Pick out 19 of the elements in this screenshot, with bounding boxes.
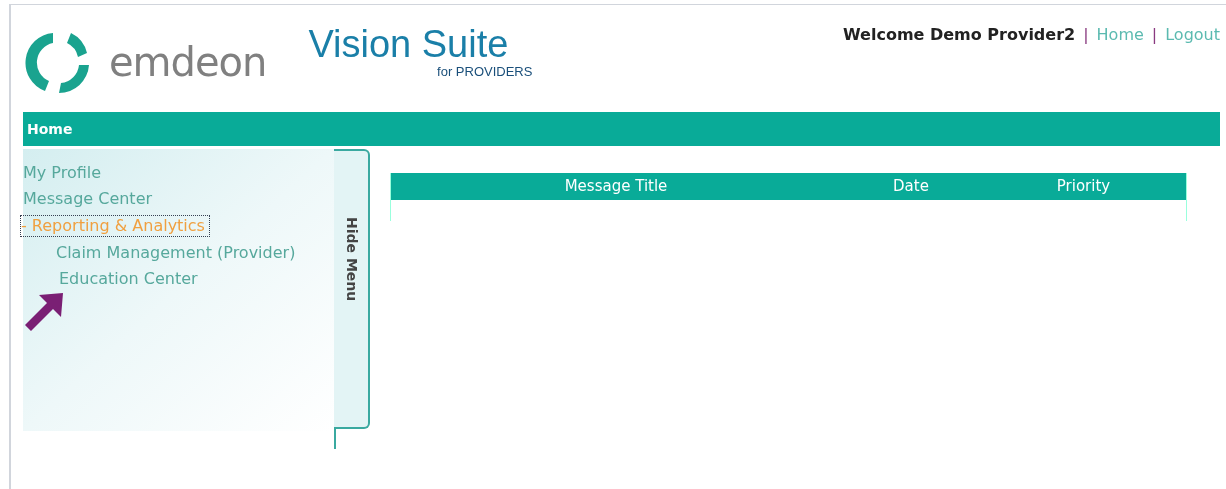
column-header: Priority [1055,176,1112,198]
welcome-text: Welcome Demo Provider2 [843,24,1076,46]
nav-home-link[interactable]: Home [27,118,73,140]
column-header: Message Title [563,176,669,198]
arrow-icon [23,291,65,333]
menu-item[interactable]: My Profile [23,163,102,183]
logo-wordmark: emdeon [109,37,267,87]
product-title: Vision Suite [308,24,509,63]
submenu-item[interactable]: Claim Management (Provider) [56,243,296,263]
separator: | [1083,24,1089,46]
logout-link[interactable]: Logout [1165,23,1220,112]
product-tagline: for PROVIDERS [437,64,533,79]
hide-menu-tab[interactable]: Hide Menu [334,149,370,429]
column-header: Date [892,176,930,198]
submenu-item[interactable]: Education Center [59,269,198,289]
separator: | [1151,24,1158,46]
home-link[interactable]: Home [1096,23,1144,112]
menu-item[interactable]: - Reporting & Analytics [20,215,210,237]
menu-item[interactable]: Message Center [23,189,153,209]
